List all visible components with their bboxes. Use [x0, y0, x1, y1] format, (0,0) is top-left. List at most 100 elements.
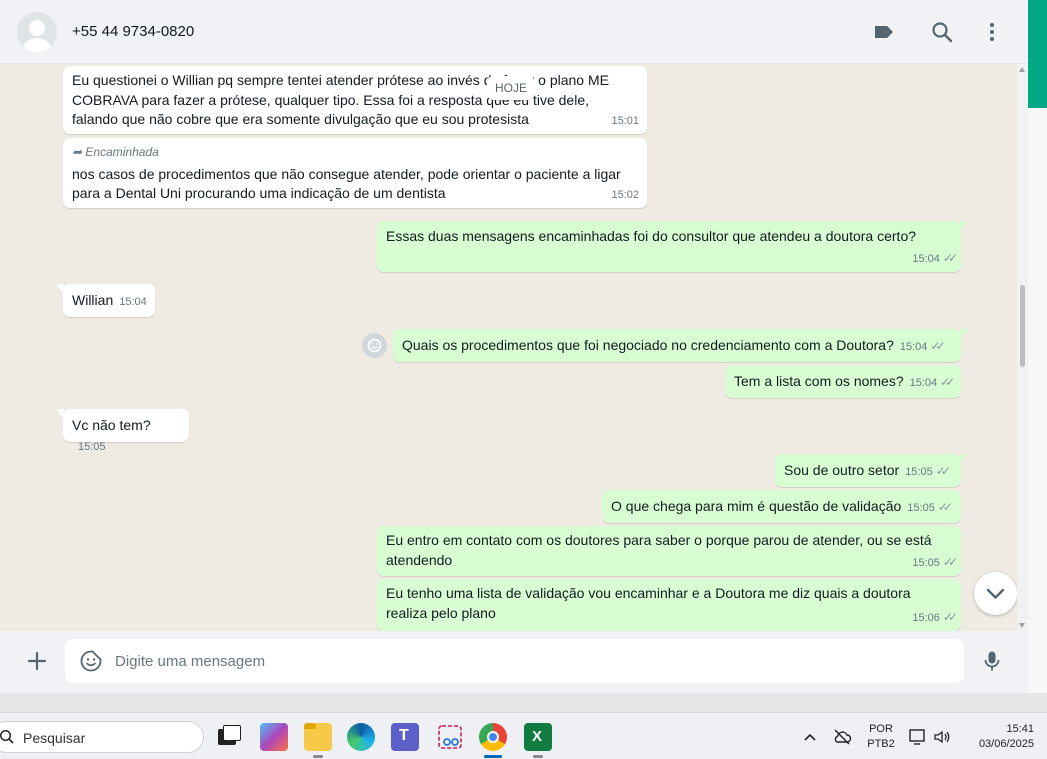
bubble-tail	[960, 221, 968, 231]
message-time: 15:04	[119, 296, 147, 308]
message-time-text: 15:04	[899, 341, 928, 353]
taskbar-search[interactable]: Pesquisar	[0, 721, 204, 753]
input-language-indicator[interactable]: POR PTB2	[864, 722, 898, 752]
message-time: 15:05 ✓✓	[907, 500, 953, 514]
forwarded-label: ➦ Encaminhada	[72, 143, 638, 163]
message-time-text: 15:05	[912, 556, 940, 569]
chrome-active-indicator	[484, 755, 502, 758]
message-text: Tem a lista com os nomes?	[734, 373, 904, 389]
message-text: Essas duas mensagens encaminhadas foi do…	[386, 228, 917, 244]
cloud-offline-icon[interactable]	[832, 727, 852, 747]
message-outgoing[interactable]: O que chega para mim é questão de valida…	[602, 490, 961, 523]
bubble-tail	[960, 454, 968, 464]
snipping-tool-icon[interactable]	[436, 723, 464, 751]
window-bottom-edge	[0, 693, 1047, 712]
message-time-text: 15:04	[909, 377, 938, 389]
double-check-icon: ✓✓	[935, 464, 951, 478]
language-code: POR	[869, 723, 893, 735]
react-button[interactable]	[362, 333, 387, 358]
message-time: 15:02	[611, 188, 639, 201]
volume-icon[interactable]	[932, 727, 952, 747]
scrollbar-thumb[interactable]	[1020, 285, 1025, 367]
menu-icon[interactable]	[980, 20, 1004, 44]
taskbar-search-label: Pesquisar	[23, 730, 86, 746]
scroll-to-bottom-button[interactable]	[974, 572, 1017, 615]
double-check-icon: ✓✓	[942, 250, 958, 265]
bubble-tail	[56, 284, 64, 294]
excel-icon[interactable]: X	[524, 723, 552, 751]
message-time-text: 15:06	[912, 611, 940, 624]
attach-plus-icon[interactable]	[25, 649, 49, 673]
double-check-icon: ✓✓	[940, 375, 955, 389]
message-time: 15:05 ✓✓	[912, 553, 958, 574]
windows-taskbar: Pesquisar T X POR PTB2 15:41 03/06/2025	[0, 712, 1047, 759]
bubble-tail	[960, 329, 968, 339]
contact-name[interactable]: +55 44 9734-0820	[72, 23, 194, 40]
message-text: Willian	[72, 292, 114, 308]
message-text: Eu questionei o Willian pq sempre tentei…	[72, 72, 609, 127]
smiley-icon	[367, 338, 382, 353]
microphone-icon[interactable]	[980, 649, 1004, 673]
date-chip: HOJE	[487, 76, 535, 100]
teams-icon[interactable]: T	[391, 723, 419, 751]
message-text: Eu tenho uma lista de validação vou enca…	[386, 585, 911, 621]
avatar-head-shape	[29, 20, 45, 36]
message-outgoing[interactable]: Essas duas mensagens encaminhadas foi do…	[377, 221, 968, 272]
system-clock[interactable]: 15:41 03/06/2025	[962, 722, 1034, 752]
task-view-icon[interactable]	[215, 723, 243, 751]
sticker-icon[interactable]	[79, 649, 103, 673]
message-time: 15:05	[78, 440, 106, 453]
excel-running-indicator	[533, 755, 543, 758]
forwarded-text: Encaminhada	[85, 145, 159, 159]
message-text: O que chega para mim é questão de valida…	[611, 498, 902, 514]
label-icon[interactable]	[872, 20, 896, 44]
file-explorer-running-indicator	[313, 755, 323, 758]
chat-panel: Eu questionei o Willian pq sempre tentei…	[0, 64, 1028, 631]
forward-arrow-icon: ➦	[72, 145, 83, 159]
file-explorer-icon[interactable]	[304, 723, 332, 751]
search-icon[interactable]	[930, 20, 954, 44]
contact-avatar[interactable]	[17, 12, 57, 52]
window-accent-strip	[1028, 0, 1047, 108]
message-text: Vc não tem?	[72, 417, 151, 433]
network-icon[interactable]	[908, 727, 928, 747]
chevron-down-icon	[986, 588, 1005, 599]
message-outgoing[interactable]: Eu entro em contato com os doutores para…	[377, 526, 961, 576]
message-time: 15:04 ✓✓	[909, 375, 956, 389]
scroll-up-arrow-icon[interactable]	[1019, 67, 1025, 72]
keyboard-layout: PTB2	[867, 738, 895, 750]
search-icon	[0, 729, 14, 744]
message-text: Quais os procedimentos que foi negociado…	[402, 337, 894, 353]
edge-icon[interactable]	[347, 723, 375, 751]
message-time: 15:05 ✓✓	[905, 464, 951, 478]
bubble-tail	[56, 409, 64, 419]
message-time-text: 15:05	[905, 466, 933, 478]
message-time: 15:06 ✓✓	[912, 608, 958, 629]
message-incoming[interactable]: Vc não tem? 15:05	[56, 409, 189, 453]
message-incoming[interactable]: Eu questionei o Willian pq sempre tentei…	[63, 66, 647, 134]
double-check-icon: ✓✓	[930, 339, 945, 353]
copilot-m365-icon[interactable]	[260, 723, 288, 751]
composer-bar	[0, 631, 1028, 693]
message-outgoing[interactable]: Eu tenho uma lista de validação vou enca…	[377, 579, 961, 631]
message-outgoing[interactable]: Sou de outro setor 15:05 ✓✓	[775, 454, 968, 487]
double-check-icon: ✓✓	[937, 500, 953, 514]
message-input[interactable]	[115, 650, 935, 672]
scissors-icon	[438, 725, 462, 749]
message-outgoing[interactable]: Quais os procedimentos que foi negociado…	[393, 329, 968, 362]
clock-date: 03/06/2025	[978, 738, 1034, 750]
message-text: nos casos de procedimentos que não conse…	[72, 165, 621, 202]
message-time-text: 15:04	[912, 252, 940, 265]
chevron-up-icon[interactable]	[802, 731, 818, 743]
message-text: Eu entro em contato com os doutores para…	[386, 532, 932, 568]
chrome-icon[interactable]	[479, 723, 507, 751]
message-outgoing[interactable]: Tem a lista com os nomes? 15:04 ✓✓	[725, 365, 961, 398]
message-incoming[interactable]: ➦ Encaminhada nos casos de procedimentos…	[63, 138, 647, 208]
message-time-text: 15:05	[907, 502, 935, 514]
clock-time: 15:41	[1006, 723, 1034, 735]
message-input-container[interactable]	[65, 639, 964, 683]
scroll-down-arrow-icon[interactable]	[1019, 623, 1025, 628]
message-incoming[interactable]: Willian 15:04	[56, 284, 155, 317]
message-time: 15:04 ✓✓	[899, 339, 946, 353]
message-text: Sou de outro setor	[784, 462, 900, 478]
